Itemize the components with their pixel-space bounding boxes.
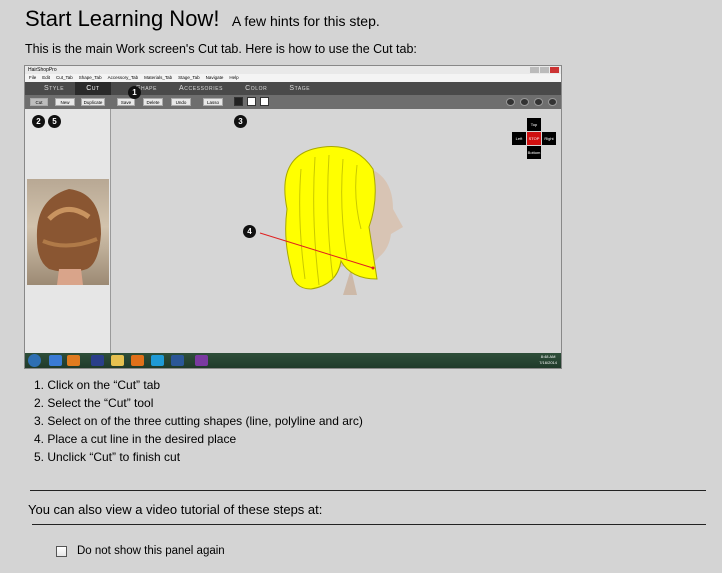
polyline-shape-icon [247, 97, 256, 106]
header: Start Learning Now! A few hints for this… [25, 6, 380, 32]
system-clock: 8:48 AM 7/16/2014 [539, 354, 557, 366]
dont-show-again-label[interactable]: Do not show this panel again [77, 545, 225, 557]
menu-item: Cut_Tab [56, 75, 73, 80]
rotate-icon [520, 98, 529, 106]
hairshop-app-icon [195, 355, 208, 366]
nav-right-button: Right [542, 132, 556, 145]
dont-show-again-row[interactable]: Do not show this panel again [56, 545, 225, 557]
step-item: 5. Unclick “Cut” to finish cut [34, 450, 181, 464]
dont-show-again-checkbox[interactable] [56, 545, 67, 557]
page-subtitle: A few hints for this step. [231, 13, 380, 29]
intro-text: This is the main Work screen's Cut tab. … [25, 42, 417, 56]
app-titlebar: HairShopPro [25, 66, 561, 74]
menu-item: Shape_Tab [78, 75, 102, 80]
callout-marker-4: 4 [243, 225, 256, 238]
tab-cut: Cut [75, 82, 111, 95]
3d-viewport [111, 109, 561, 353]
page-title: Start Learning Now! [25, 6, 220, 31]
nav-left-button: Left [512, 132, 526, 145]
step-item: 4. Place a cut line in the desired place [34, 432, 237, 446]
tab-stage: Stage [289, 85, 311, 92]
nav-bottom-button: Bottom [527, 146, 541, 159]
tutorial-screenshot: HairShopPro File Edit Cut_Tab Shape_Tab … [24, 65, 562, 369]
menu-item: Accessory_Tab [107, 75, 139, 80]
photoshop-icon [91, 355, 104, 366]
callout-marker-2: 2 [32, 115, 45, 128]
reference-photo [27, 179, 109, 285]
line-shape-icon [234, 97, 243, 106]
menu-item: Materials_Tab [144, 75, 173, 80]
clock-date: 7/16/2014 [539, 360, 557, 365]
new-button: New [55, 98, 75, 106]
window-controls [530, 66, 559, 73]
word-icon [171, 355, 184, 366]
app-menubar: File Edit Cut_Tab Shape_Tab Accessory_Ta… [25, 74, 561, 82]
tab-style: Style [44, 85, 65, 92]
delete-button: Delete [143, 98, 163, 106]
windows-start-icon [28, 354, 41, 367]
step-item: 1. Click on the “Cut” tab [34, 378, 161, 392]
steps-list: 1. Click on the “Cut” tab 2. Select the … [34, 376, 363, 466]
fit-icon [548, 98, 557, 106]
step-item: 2. Select the “Cut” tool [34, 396, 154, 410]
menu-item: File [29, 75, 37, 80]
callout-marker-3: 3 [234, 115, 247, 128]
nav-top-button: Top [527, 118, 541, 131]
head-model [259, 146, 403, 295]
save-button: Save [117, 98, 135, 106]
step-item: 3. Select on of the three cutting shapes… [34, 414, 363, 428]
tab-color: Color [245, 85, 268, 92]
ie-icon [49, 355, 62, 366]
divider-top [30, 490, 706, 491]
app-tabbar: Style Cut Shape Accessories Color Stage [25, 82, 561, 95]
undo-button: Undo [171, 98, 191, 106]
os-taskbar: 8:48 AM 7/16/2014 [25, 353, 561, 368]
app-title: HairShopPro [28, 67, 57, 73]
divider-bottom [32, 524, 706, 525]
zoom-icon [534, 98, 543, 106]
styles-panel [25, 109, 111, 353]
cut-tool-button: Cut [30, 98, 48, 106]
firefox-icon [131, 355, 144, 366]
duplicate-button: Duplicate [81, 98, 105, 106]
menu-item: Edit [42, 75, 51, 80]
arc-shape-icon [260, 97, 269, 106]
nav-stop-button: STOP [527, 132, 541, 145]
app-toolbar: Cut New Duplicate Save Delete Undo Lasso [25, 95, 561, 109]
explorer-icon [111, 355, 124, 366]
menu-item: Stage_Tab [178, 75, 200, 80]
callout-marker-1: 1 [128, 86, 141, 99]
tab-accessories: Accessories [179, 85, 224, 92]
lasso-button: Lasso [203, 98, 223, 106]
hand-icon [506, 98, 515, 106]
callout-marker-5: 5 [48, 115, 61, 128]
menu-item: Navigate [205, 75, 224, 80]
menu-item: Help [229, 75, 239, 80]
media-player-icon [67, 355, 80, 366]
skype-icon [151, 355, 164, 366]
navigation-cross: Top Left STOP Right Bottom [512, 118, 557, 161]
video-tutorial-text: You can also view a video tutorial of th… [28, 502, 323, 517]
